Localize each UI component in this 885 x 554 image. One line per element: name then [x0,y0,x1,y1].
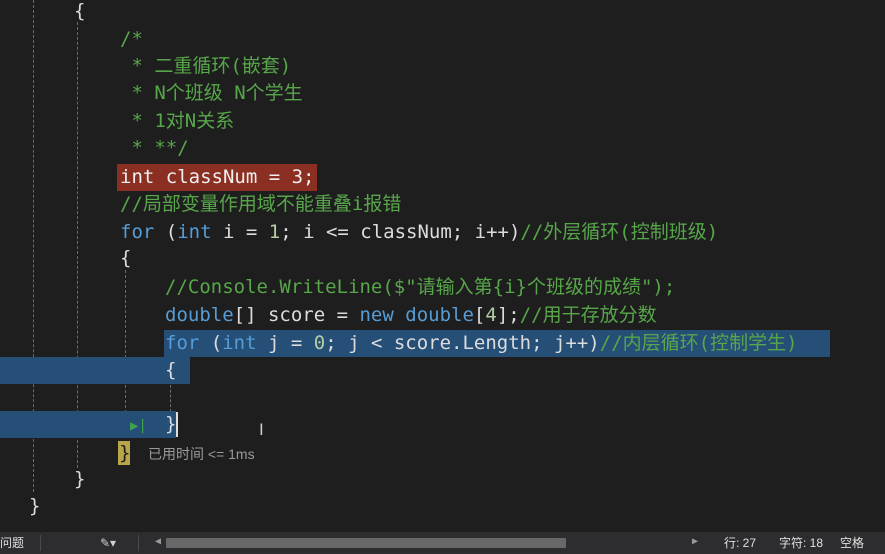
line-indicator[interactable]: 行: 27 [724,532,756,554]
code-editor[interactable]: { /* * 二重循环(嵌套) * N个班级 N个学生 * 1对N关系 * **… [0,0,885,532]
outer-for-statement: for (int i = 1; i <= classNum; i++)//外层循… [120,219,718,246]
comment-text: //用于存放分数 [519,304,657,326]
code-line: for (int j = 0; j < score.Length; j++)//… [0,330,885,357]
code-text: [] score = [233,304,360,326]
comment-text: * 1对N关系 [120,110,235,132]
code-line: } [0,466,885,493]
scroll-right-icon[interactable]: ▶ [692,536,698,547]
code-text: ( [199,332,223,354]
code-text: { [74,0,86,22]
code-text: ( [154,221,178,243]
code-text: } [74,468,86,490]
code-text: classNum = 3; [154,166,315,188]
keyword-new: new [359,304,394,326]
horizontal-scrollbar-thumb[interactable] [166,538,566,548]
code-text: ; i <= classNum; i++) [280,221,521,243]
inner-for-statement: for (int j = 0; j < score.Length; j++)//… [165,330,798,357]
comment-text: * N个班级 N个学生 [120,82,303,104]
keyword-double: double [405,304,474,326]
code-line: * 1对N关系 [0,108,885,135]
code-line: //Console.WriteLine($"请输入第{i}个班级的成绩"); [0,274,885,301]
number-literal: 4 [485,304,497,326]
keyword-int: int [222,332,257,354]
scroll-left-icon[interactable]: ◀ [155,536,161,547]
keyword-for: for [165,332,200,354]
keyword-int: int [177,221,212,243]
indent-mode[interactable]: 空格 [840,532,864,554]
code-line: for (int i = 1; i <= classNum; i++)//外层循… [0,219,885,246]
mouse-ibeam-icon: I [259,420,264,439]
comment-text: //内层循环(控制学生) [599,332,798,354]
comment-text: * **/ [120,137,189,159]
issues-label[interactable]: 问题 [0,532,24,554]
code-line: * 二重循环(嵌套) [0,53,885,80]
code-line: int classNum = 3; [0,164,885,191]
code-line: { [0,245,885,272]
comment-text: /* [120,28,143,50]
char-indicator[interactable]: 字符: 18 [779,532,823,554]
matched-brace: } [118,441,130,465]
comment-text: //局部变量作用域不能重叠i报错 [120,193,402,215]
code-line: /* [0,26,885,53]
code-text: ; j < score.Length; j++) [325,332,600,354]
code-line: { [0,0,885,25]
code-text: [ [473,304,486,326]
code-text: } [29,495,41,517]
code-line: * **/ [0,135,885,162]
code-text: i = [211,221,269,243]
keyword-double: double [165,304,234,326]
code-line: * N个班级 N个学生 [0,80,885,107]
comment-text: * 二重循环(嵌套) [120,55,292,77]
error-highlight: int classNum = 3; [117,164,318,191]
code-line: { [0,357,885,384]
code-line: //局部变量作用域不能重叠i报错 [0,191,885,218]
code-text: { [165,359,177,381]
divider [138,535,139,551]
array-declaration: double[] score = new double[4];//用于存放分数 [165,302,657,329]
indent-guide [170,380,171,412]
divider [40,535,41,551]
text-cursor [176,412,178,437]
code-text: } [119,442,131,464]
code-text: { [120,247,132,269]
code-text: ]; [496,304,520,326]
keyword-for: for [120,221,155,243]
comment-text: //外层循环(控制班级) [520,221,719,243]
code-line: double[] score = new double[4];//用于存放分数 [0,302,885,329]
code-text: } [165,413,177,435]
code-line: } [0,493,885,520]
brush-icon[interactable]: ✎▾ [100,532,116,554]
run-to-click-icon[interactable]: ▶| [130,418,148,434]
keyword-int: int [120,166,155,188]
perf-tip[interactable]: 已用时间 <= 1ms [148,444,255,464]
number-literal: 1 [268,221,281,243]
code-text: j = [256,332,314,354]
number-literal: 0 [313,332,326,354]
comment-text: //Console.WriteLine($"请输入第{i}个班级的成绩"); [165,276,676,298]
